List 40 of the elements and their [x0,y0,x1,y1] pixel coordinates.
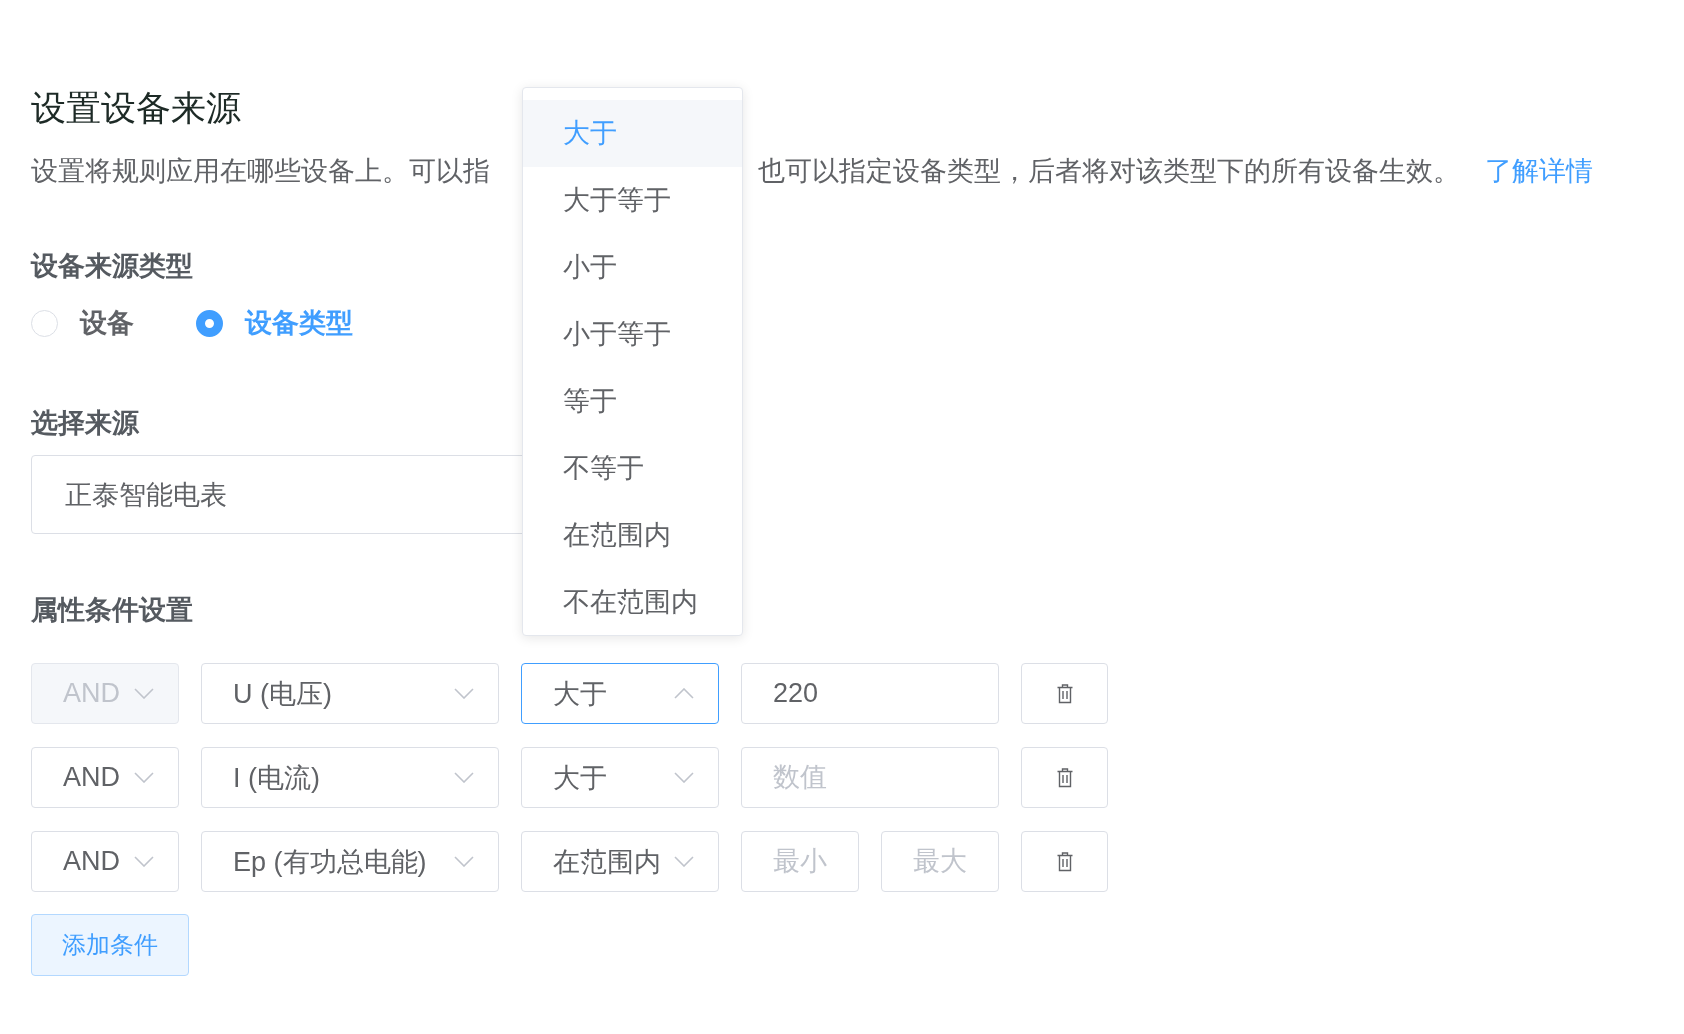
description-text: 设置将规则应用在哪些设备上。可以指 [31,155,490,188]
radio-label[interactable]: 设备 [80,303,134,343]
operator-select[interactable]: 大于 [521,747,719,808]
chevron-down-icon [134,772,154,783]
field-label: 设备来源类型 [31,250,193,283]
value-input[interactable]: 数值 [741,747,999,808]
description-text: 也可以指定设备类型，后者将对该类型下的所有设备生效。 [758,155,1460,188]
value-input[interactable]: 最小 [741,831,859,892]
trash-icon [1056,851,1073,872]
value-input[interactable]: 最大 [881,831,999,892]
chevron-up-icon [674,688,694,699]
value-input[interactable]: 220 [741,663,999,724]
logic-select[interactable]: AND [31,747,179,808]
operator-select[interactable]: 大于 [521,663,719,724]
trash-icon [1056,683,1073,704]
delete-button[interactable] [1021,747,1108,808]
field-label: 属性条件设置 [31,594,193,627]
chevron-down-icon [674,772,694,783]
property-select[interactable]: Ep (有功总电能) [201,831,499,892]
chevron-down-icon [134,856,154,867]
section-title: 设置设备来源 [31,87,241,129]
property-select[interactable]: I (电流) [201,747,499,808]
field-label: 选择来源 [31,407,139,440]
dropdown-option[interactable]: 大于等于 [523,167,742,234]
chevron-down-icon [454,772,474,783]
dropdown-option[interactable]: 等于 [523,368,742,435]
trash-icon [1056,767,1073,788]
delete-button[interactable] [1021,663,1108,724]
dropdown-option[interactable]: 不在范围内 [523,569,742,635]
operator-select[interactable]: 在范围内 [521,831,719,892]
dropdown-option[interactable]: 小于 [523,234,742,301]
logic-select[interactable]: AND [31,831,179,892]
chevron-down-icon [674,856,694,867]
chevron-down-icon [454,856,474,867]
delete-button[interactable] [1021,831,1108,892]
property-select[interactable]: U (电压) [201,663,499,724]
chevron-down-icon [454,688,474,699]
chevron-down-icon [134,688,154,699]
dropdown-option[interactable]: 小于等于 [523,301,742,368]
radio-button[interactable] [196,309,223,337]
